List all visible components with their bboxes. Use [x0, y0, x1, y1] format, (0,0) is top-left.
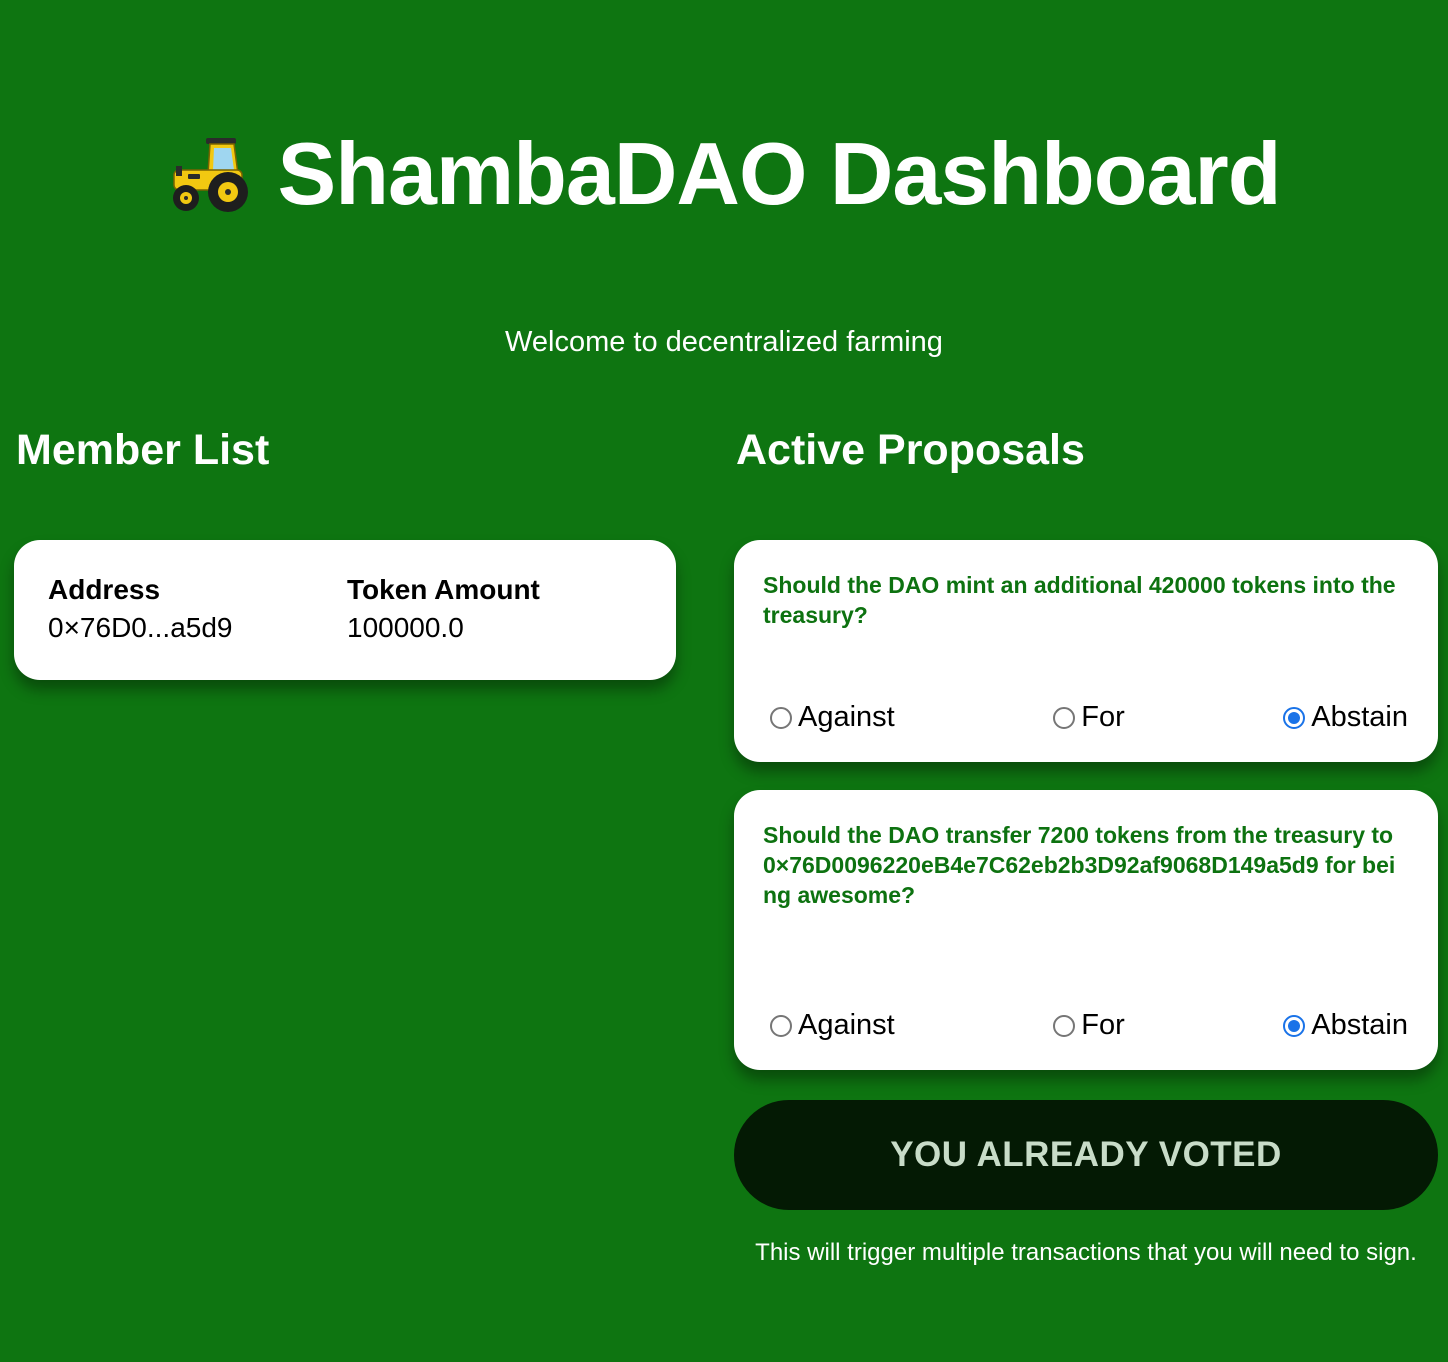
vote-option-for[interactable]: For: [1053, 1009, 1125, 1042]
transaction-note: This will trigger multiple transactions …: [755, 1239, 1417, 1266]
active-proposals-heading: Active Proposals: [736, 426, 1085, 474]
already-voted-button[interactable]: YOU ALREADY VOTED: [734, 1100, 1438, 1210]
proposal-description: Should the DAO mint an additional 420000…: [763, 572, 1396, 628]
radio-for[interactable]: [1053, 706, 1076, 729]
proposal-description: Should the DAO transfer 7200 tokens from…: [763, 822, 1396, 908]
option-label-for: For: [1081, 701, 1125, 733]
page-subtitle: Welcome to decentralized farming: [505, 326, 943, 358]
tractor-icon: [172, 138, 248, 212]
radio-against[interactable]: [770, 706, 792, 729]
option-label-abstain: Abstain: [1311, 1009, 1408, 1041]
member-address: 0×76D0...a5d9: [48, 612, 233, 643]
vote-options: Against For Abstain: [770, 701, 1408, 734]
option-label-against: Against: [798, 701, 895, 733]
option-label-abstain: Abstain: [1311, 701, 1408, 733]
member-list-heading: Member List: [16, 426, 270, 474]
page-title: ShambaDAO Dashboard: [0, 130, 1448, 218]
dashboard-page: ShambaDAO Dashboard Welcome to decentral…: [0, 0, 1448, 1362]
radio-against[interactable]: [770, 1014, 792, 1037]
option-label-against: Against: [798, 1009, 895, 1041]
radio-abstain[interactable]: [1283, 1014, 1306, 1037]
vote-option-against[interactable]: Against: [770, 1009, 895, 1042]
column-header-token-amount: Token Amount: [347, 574, 540, 605]
member-token-amount: 100000.0: [347, 612, 464, 643]
vote-option-for[interactable]: For: [1053, 701, 1125, 734]
vote-option-abstain[interactable]: Abstain: [1283, 1009, 1408, 1042]
member-table: Address Token Amount 0×76D0...a5d9 10000…: [14, 540, 676, 680]
radio-for[interactable]: [1053, 1014, 1076, 1037]
vote-options: Against For Abstain: [770, 1009, 1408, 1042]
column-header-address: Address: [48, 574, 161, 605]
proposal-card: Should the DAO mint an additional 420000…: [734, 540, 1438, 762]
dashboard-title: ShambaDAO Dashboard: [277, 124, 1282, 223]
option-label-for: For: [1081, 1009, 1125, 1041]
proposal-card: Should the DAO transfer 7200 tokens from…: [734, 790, 1438, 1070]
vote-option-abstain[interactable]: Abstain: [1283, 701, 1408, 734]
radio-abstain[interactable]: [1283, 706, 1306, 729]
vote-option-against[interactable]: Against: [770, 701, 895, 734]
